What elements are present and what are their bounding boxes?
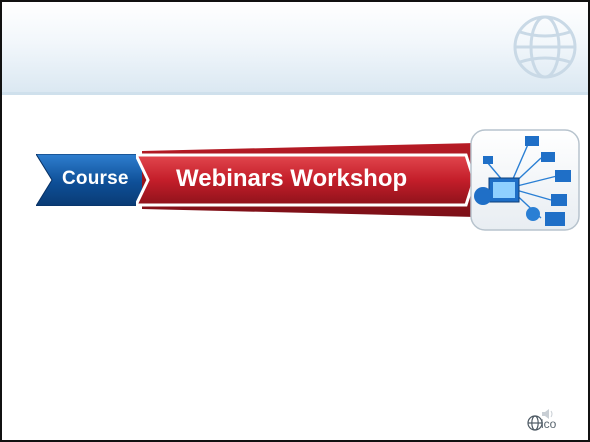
slide-title: Webinars Workshop [176, 165, 408, 192]
globe-watermark-icon [513, 15, 577, 79]
header-band [2, 2, 588, 92]
slide: Course Webinars Workshop ico [0, 0, 590, 442]
network-computers-icon [470, 129, 580, 231]
speaker-icon[interactable] [540, 407, 554, 421]
header-divider [2, 92, 588, 95]
